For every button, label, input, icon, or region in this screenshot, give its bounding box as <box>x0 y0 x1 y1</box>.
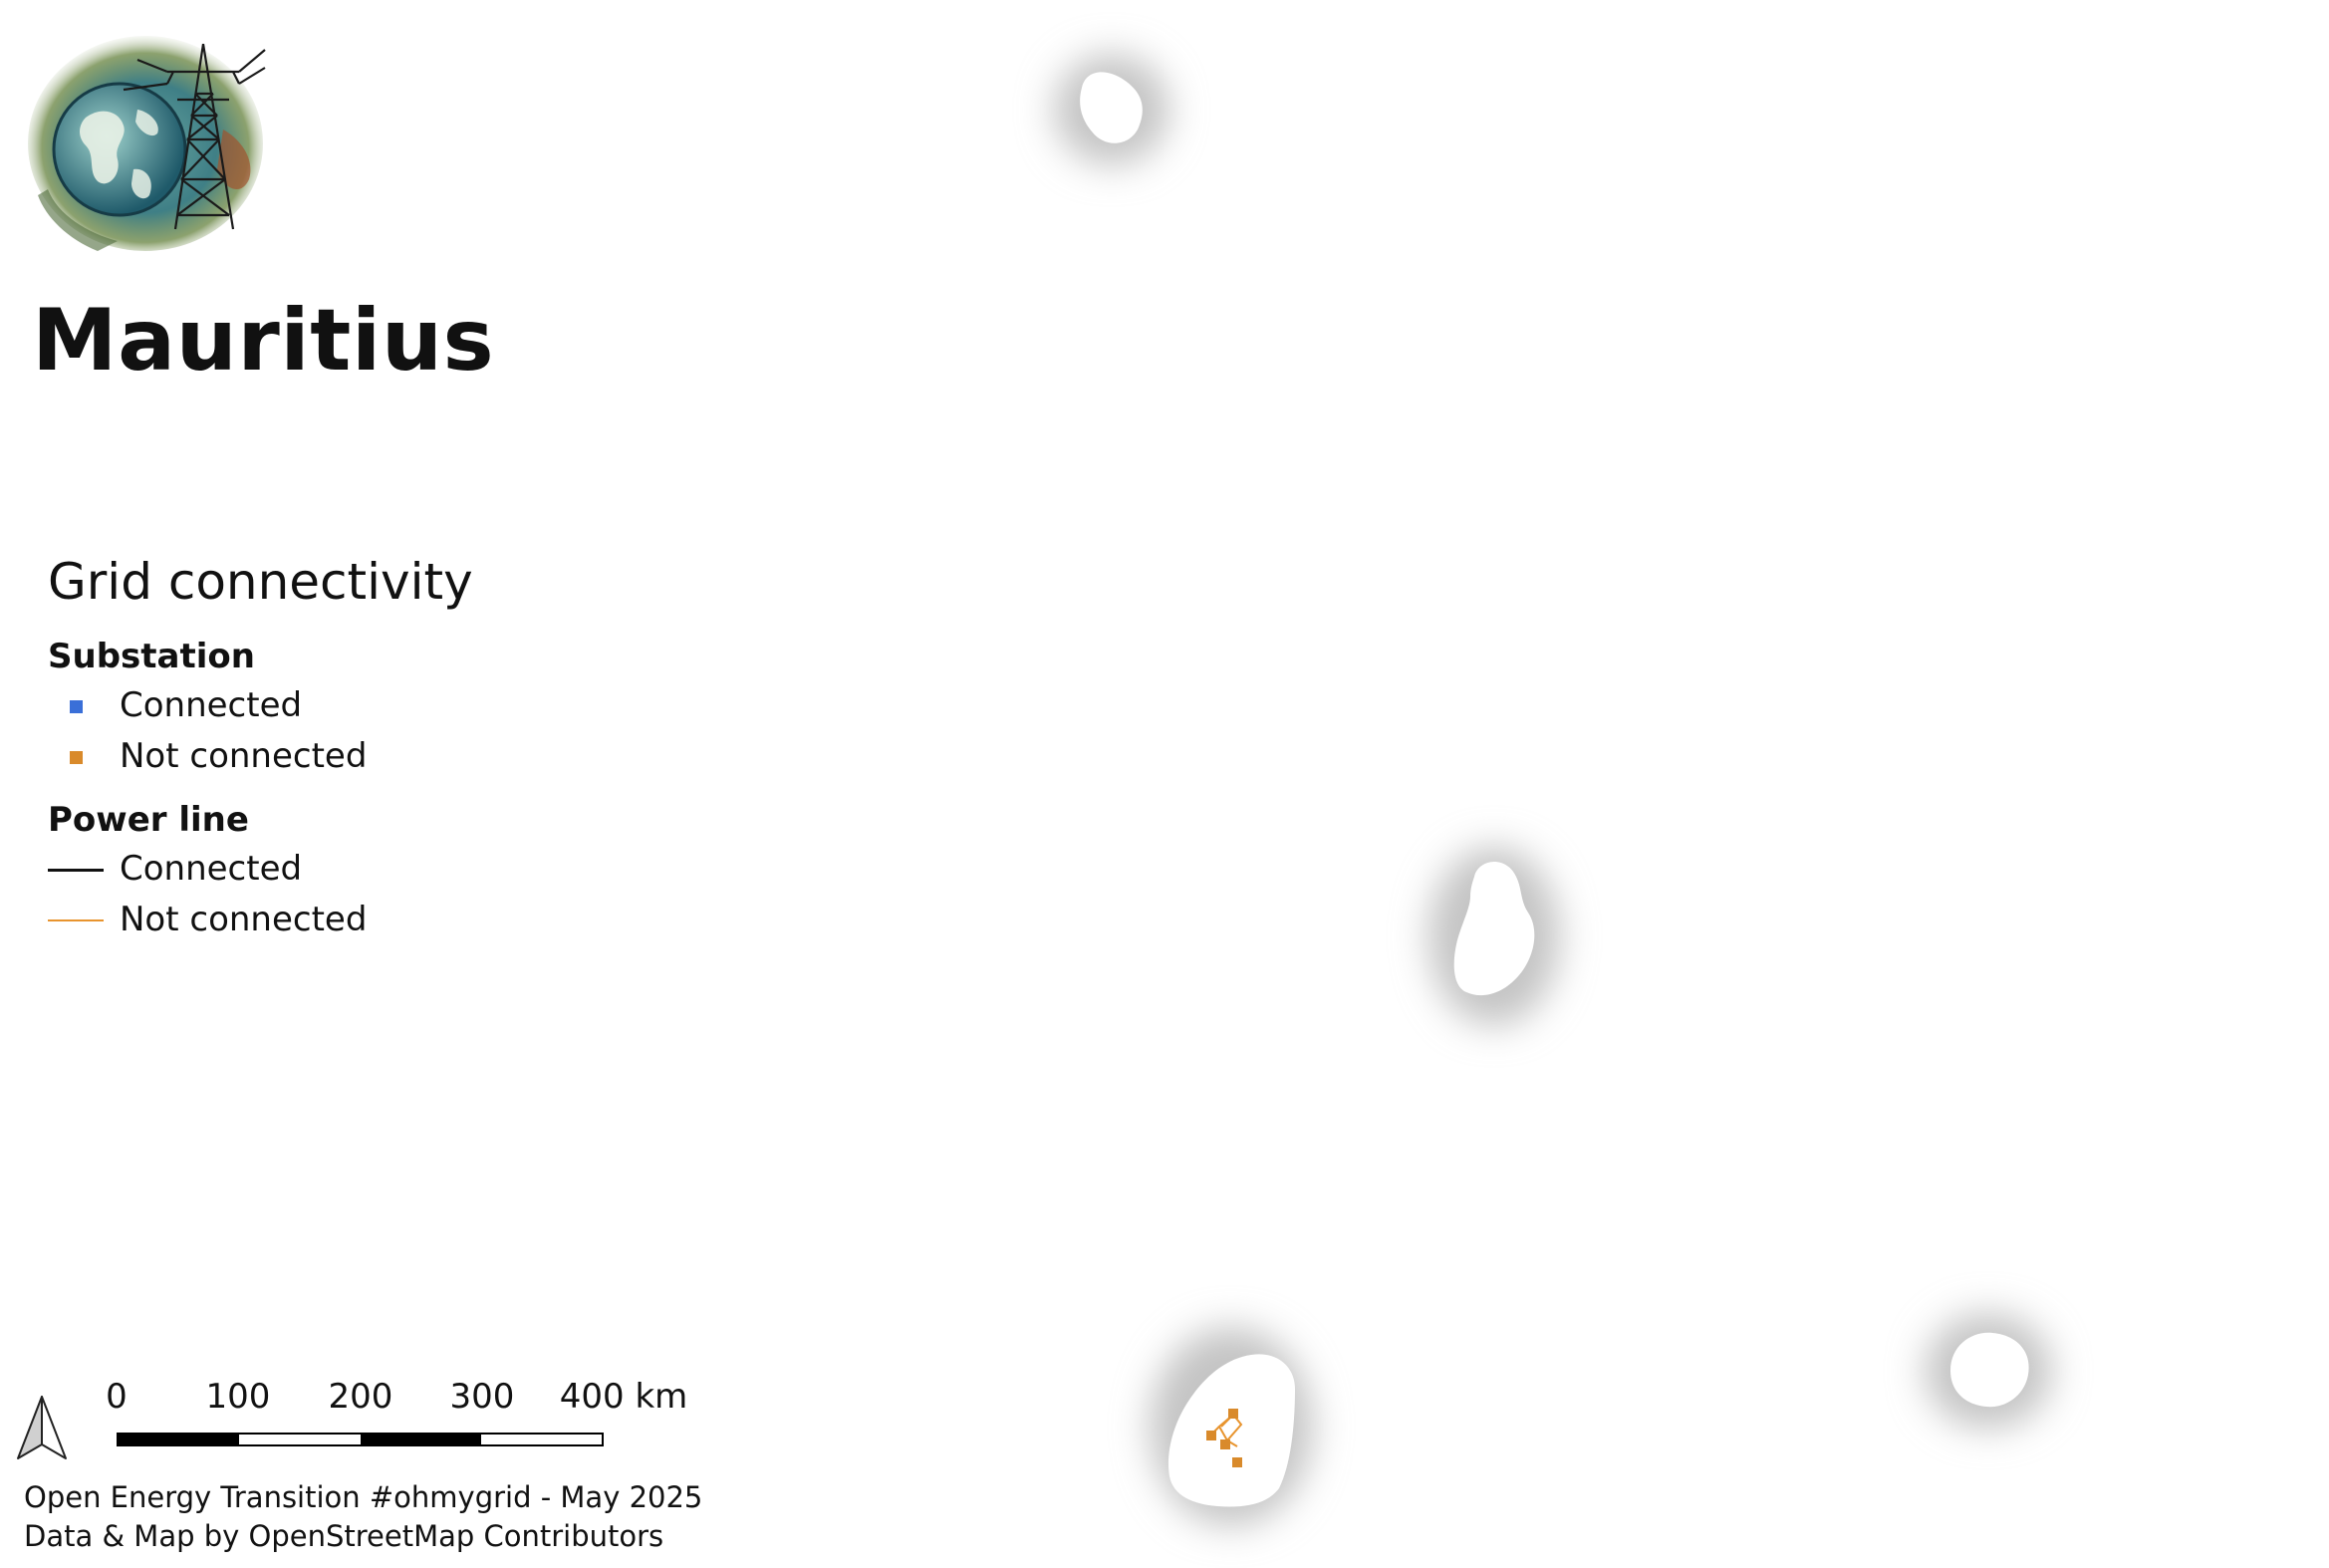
scale-segment <box>119 1435 240 1444</box>
credits-line-2: Data & Map by OpenStreetMap Contributors <box>24 1519 664 1553</box>
legend-item-line-connected: Connected <box>48 844 506 895</box>
legend-title: Grid connectivity <box>48 553 473 611</box>
credits-line-1: Open Energy Transition #ohmygrid - May 2… <box>24 1480 703 1514</box>
scale-label-200: 200 <box>328 1377 393 1417</box>
scale-label-0: 0 <box>106 1377 128 1417</box>
legend: Grid connectivity Substation Connected N… <box>48 553 506 945</box>
island-mauritius <box>1150 1327 1313 1526</box>
legend-item-substation-not-connected: Not connected <box>48 731 506 782</box>
credits: Open Energy Transition #ohmygrid - May 2… <box>24 1478 702 1556</box>
scale-bar: 0 100 200 300 400 km <box>100 1377 717 1456</box>
legend-item-substation-connected: Connected <box>48 680 506 731</box>
island-rodrigues <box>1925 1313 2052 1429</box>
island-cargados-carajos <box>1428 847 1560 1026</box>
scale-segment <box>360 1435 481 1444</box>
scale-segment <box>480 1435 602 1444</box>
north-arrow-icon <box>17 1396 67 1459</box>
legend-item-line-not-connected: Not connected <box>48 895 506 945</box>
substation-connected-swatch <box>70 700 83 713</box>
scale-segment <box>239 1435 361 1444</box>
substation-marker[interactable] <box>1228 1409 1238 1419</box>
substation-not-connected-swatch <box>70 751 83 764</box>
substation-marker[interactable] <box>1206 1431 1216 1440</box>
scale-label-400: 400 km <box>559 1377 688 1417</box>
legend-item-label: Connected <box>120 849 303 889</box>
globe-power-tower-logo-icon <box>28 36 266 251</box>
scale-track <box>117 1433 604 1446</box>
map-page: Mauritius Grid connectivity Substation C… <box>0 0 2329 1568</box>
scale-label-100: 100 <box>205 1377 271 1417</box>
substation-marker[interactable] <box>1232 1457 1242 1467</box>
island-agalega <box>1054 54 1169 165</box>
map-title: Mauritius <box>32 291 495 391</box>
legend-group-substation: Substation <box>48 637 255 676</box>
legend-item-label: Not connected <box>120 736 368 776</box>
scale-label-300: 300 <box>449 1377 515 1417</box>
legend-item-label: Connected <box>120 685 303 725</box>
legend-item-label: Not connected <box>120 900 368 939</box>
line-not-connected-swatch <box>48 919 104 921</box>
legend-group-power-line: Power line <box>48 800 249 840</box>
line-connected-swatch <box>48 869 104 872</box>
substation-marker[interactable] <box>1220 1439 1230 1449</box>
